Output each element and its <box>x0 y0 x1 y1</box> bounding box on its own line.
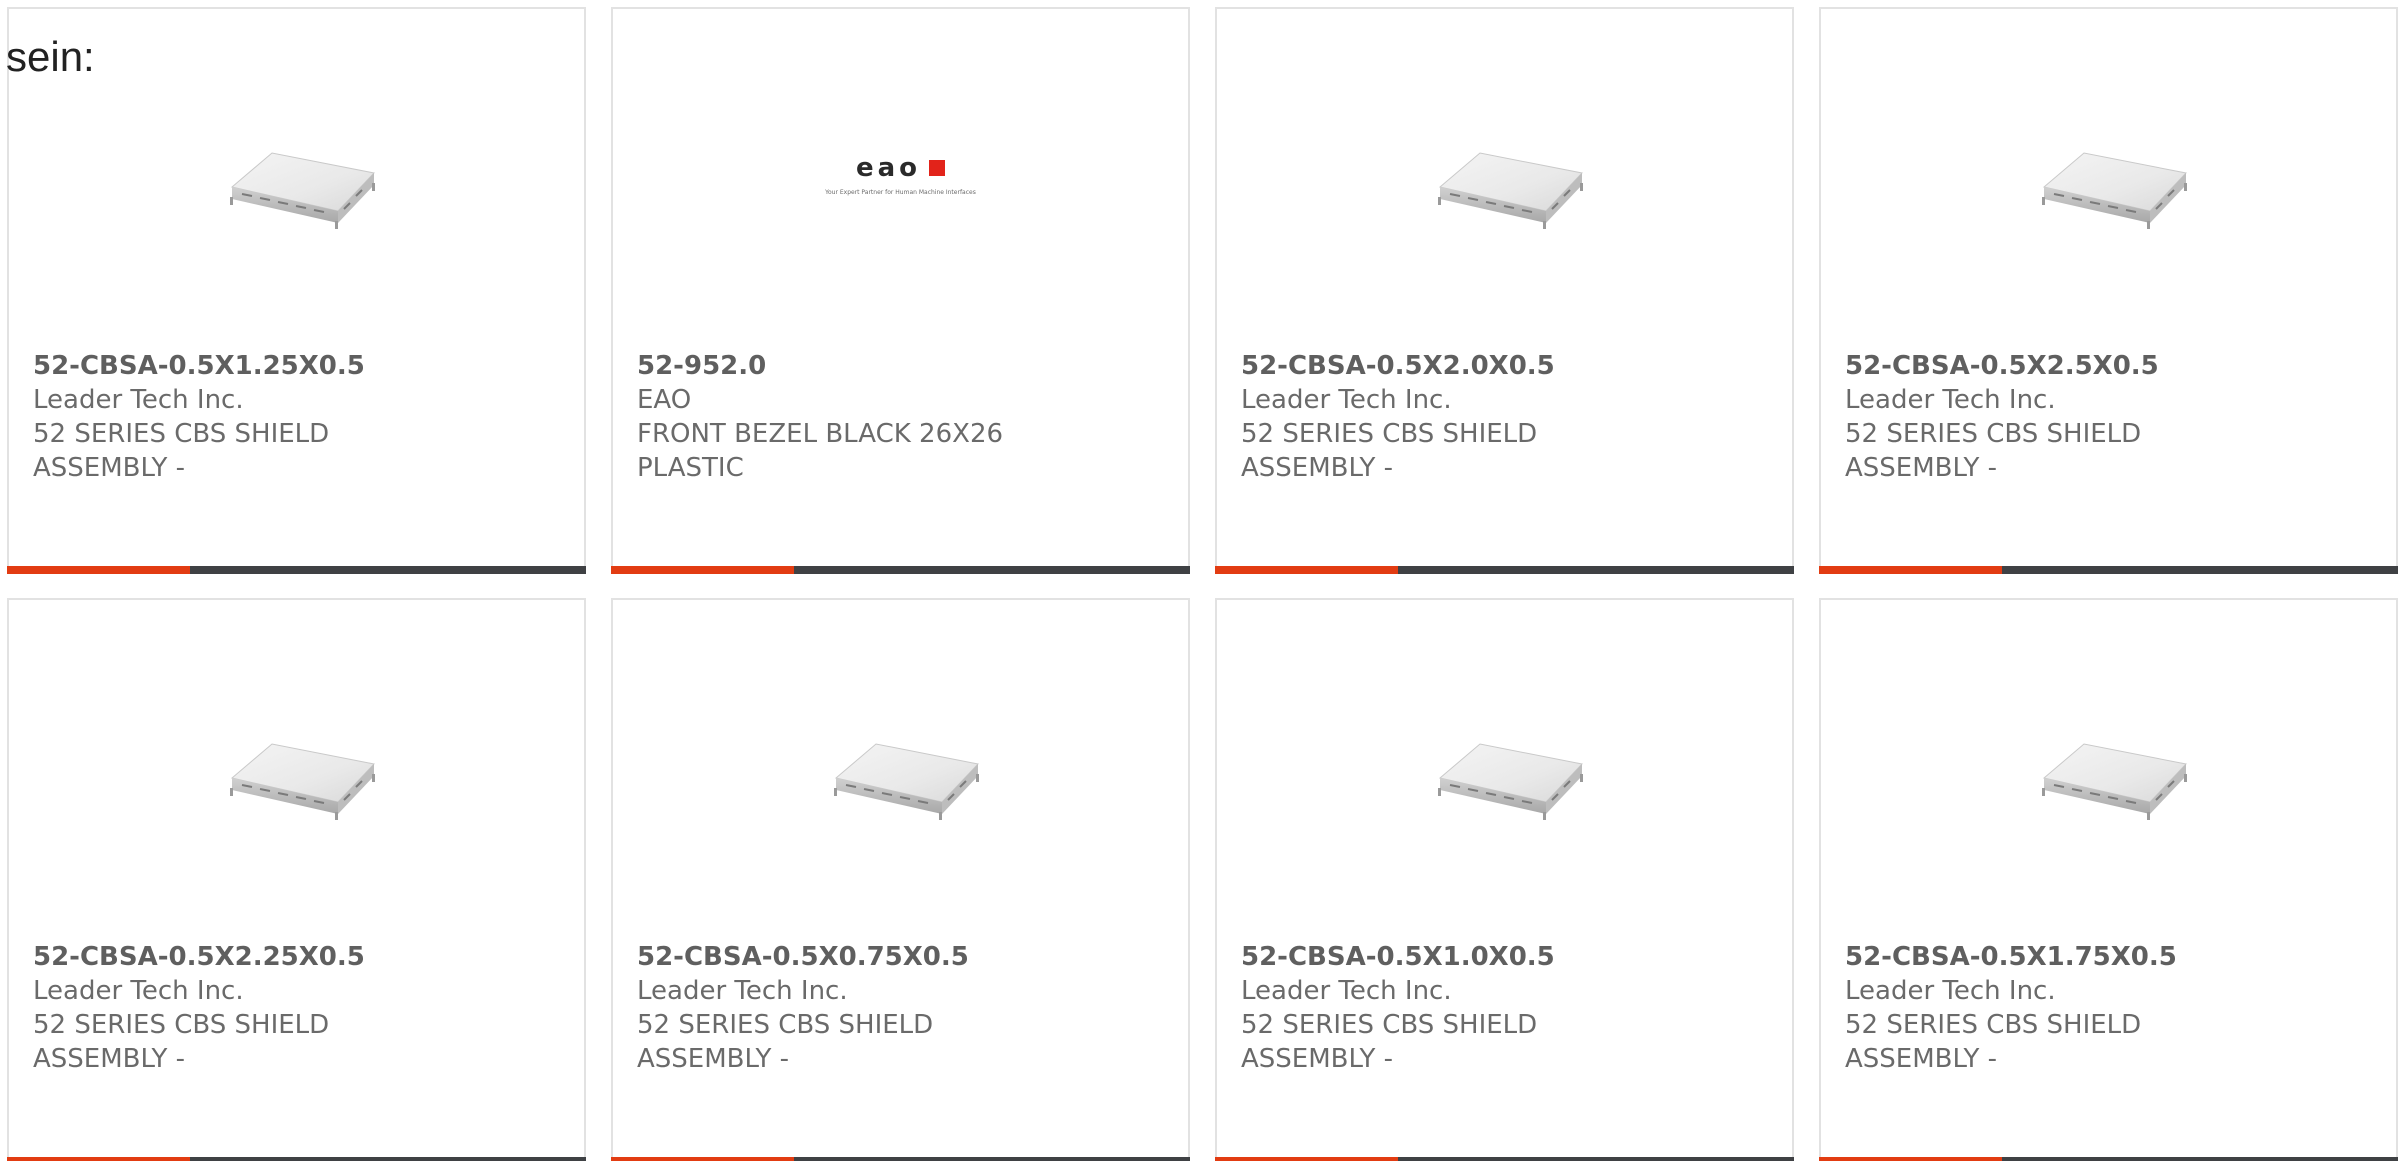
card-bottom-bar <box>611 566 1190 574</box>
dark-bar-segment <box>1398 566 1794 574</box>
description: 52 SERIES CBS SHIELD ASSEMBLY - <box>33 1010 330 1074</box>
accent-bar-segment <box>1819 1157 2002 1161</box>
card-bottom-bar <box>7 566 586 574</box>
product-card[interactable]: 52-CBSA-0.5X1.25X0.5 Leader Tech Inc. 52… <box>7 7 586 574</box>
red-square-icon <box>929 159 946 176</box>
accent-bar-segment <box>1215 566 1398 574</box>
card-bottom-bar <box>1819 1157 2398 1161</box>
product-image[interactable] <box>9 9 584 349</box>
part-number[interactable]: 52-CBSA-0.5X1.75X0.5 <box>1845 940 2372 974</box>
product-card[interactable]: eao Your Expert Partner for Human Machin… <box>611 7 1190 574</box>
dark-bar-segment <box>2002 1157 2398 1161</box>
product-image[interactable]: eao Your Expert Partner for Human Machin… <box>613 9 1188 349</box>
card-bottom-bar <box>1819 566 2398 574</box>
product-image[interactable] <box>1217 600 1792 940</box>
product-card[interactable]: 52-CBSA-0.5X2.0X0.5 Leader Tech Inc. 52 … <box>1215 7 1794 574</box>
manufacturer: Leader Tech Inc. <box>1845 976 2056 1006</box>
part-number[interactable]: 52-CBSA-0.5X1.0X0.5 <box>1241 940 1768 974</box>
product-info: 52-CBSA-0.5X0.75X0.5 Leader Tech Inc. 52… <box>637 940 1164 1076</box>
accent-bar-segment <box>611 1157 794 1161</box>
shield-image <box>1420 139 1590 249</box>
product-results-page: sein: 52-CBSA-0.5X1.25X0.5 Leader Tech I… <box>0 0 2400 1161</box>
part-number[interactable]: 52-CBSA-0.5X2.25X0.5 <box>33 940 560 974</box>
product-card[interactable]: 52-CBSA-0.5X2.5X0.5 Leader Tech Inc. 52 … <box>1819 7 2398 574</box>
shield-image <box>2024 730 2194 840</box>
description: 52 SERIES CBS SHIELD ASSEMBLY - <box>33 419 330 483</box>
description: 52 SERIES CBS SHIELD ASSEMBLY - <box>1845 1010 2142 1074</box>
shield-image <box>212 139 382 249</box>
product-card[interactable]: 52-CBSA-0.5X1.75X0.5 Leader Tech Inc. 52… <box>1819 598 2398 1161</box>
eao-logo: eao Your Expert Partner for Human Machin… <box>825 153 976 196</box>
accent-bar-segment <box>7 566 190 574</box>
manufacturer: EAO <box>637 385 692 415</box>
shield-image <box>212 730 382 840</box>
dark-bar-segment <box>2002 566 2398 574</box>
product-image[interactable] <box>1217 9 1792 349</box>
shield-image <box>2024 139 2194 249</box>
eao-wordmark-text: eao <box>855 152 922 183</box>
part-number[interactable]: 52-CBSA-0.5X1.25X0.5 <box>33 349 560 383</box>
description: 52 SERIES CBS SHIELD ASSEMBLY - <box>1241 1010 1538 1074</box>
product-info: 52-952.0 EAO FRONT BEZEL BLACK 26X26 PLA… <box>637 349 1164 485</box>
manufacturer: Leader Tech Inc. <box>1845 385 2056 415</box>
product-info: 52-CBSA-0.5X1.25X0.5 Leader Tech Inc. 52… <box>33 349 560 485</box>
eao-tagline: Your Expert Partner for Human Machine In… <box>825 188 976 196</box>
accent-bar-segment <box>1819 566 2002 574</box>
dark-bar-segment <box>190 1157 586 1161</box>
product-card[interactable]: 52-CBSA-0.5X0.75X0.5 Leader Tech Inc. 52… <box>611 598 1190 1161</box>
manufacturer: Leader Tech Inc. <box>33 976 244 1006</box>
product-image[interactable] <box>613 600 1188 940</box>
accent-bar-segment <box>7 1157 190 1161</box>
card-bottom-bar <box>611 1157 1190 1161</box>
description: FRONT BEZEL BLACK 26X26 PLASTIC <box>637 419 1004 483</box>
description: 52 SERIES CBS SHIELD ASSEMBLY - <box>637 1010 934 1074</box>
product-image[interactable] <box>9 600 584 940</box>
manufacturer: Leader Tech Inc. <box>637 976 848 1006</box>
part-number[interactable]: 52-CBSA-0.5X0.75X0.5 <box>637 940 1164 974</box>
card-bottom-bar <box>1215 1157 1794 1161</box>
eao-wordmark: eao <box>855 152 946 183</box>
product-info: 52-CBSA-0.5X2.25X0.5 Leader Tech Inc. 52… <box>33 940 560 1076</box>
dark-bar-segment <box>794 566 1190 574</box>
accent-bar-segment <box>1215 1157 1398 1161</box>
accent-bar-segment <box>611 566 794 574</box>
product-grid: 52-CBSA-0.5X1.25X0.5 Leader Tech Inc. 52… <box>7 7 2400 1161</box>
manufacturer: Leader Tech Inc. <box>1241 976 1452 1006</box>
shield-image <box>816 730 986 840</box>
card-bottom-bar <box>1215 566 1794 574</box>
manufacturer: Leader Tech Inc. <box>33 385 244 415</box>
manufacturer: Leader Tech Inc. <box>1241 385 1452 415</box>
product-card[interactable]: 52-CBSA-0.5X2.25X0.5 Leader Tech Inc. 52… <box>7 598 586 1161</box>
card-bottom-bar <box>7 1157 586 1161</box>
product-info: 52-CBSA-0.5X1.0X0.5 Leader Tech Inc. 52 … <box>1241 940 1768 1076</box>
dark-bar-segment <box>190 566 586 574</box>
description: 52 SERIES CBS SHIELD ASSEMBLY - <box>1241 419 1538 483</box>
product-card[interactable]: 52-CBSA-0.5X1.0X0.5 Leader Tech Inc. 52 … <box>1215 598 1794 1161</box>
dark-bar-segment <box>794 1157 1190 1161</box>
dark-bar-segment <box>1398 1157 1794 1161</box>
product-info: 52-CBSA-0.5X2.5X0.5 Leader Tech Inc. 52 … <box>1845 349 2372 485</box>
product-image[interactable] <box>1821 9 2396 349</box>
product-info: 52-CBSA-0.5X2.0X0.5 Leader Tech Inc. 52 … <box>1241 349 1768 485</box>
product-image[interactable] <box>1821 600 2396 940</box>
part-number[interactable]: 52-CBSA-0.5X2.0X0.5 <box>1241 349 1768 383</box>
part-number[interactable]: 52-CBSA-0.5X2.5X0.5 <box>1845 349 2372 383</box>
intro-text: sein: <box>6 33 95 80</box>
shield-image <box>1420 730 1590 840</box>
product-info: 52-CBSA-0.5X1.75X0.5 Leader Tech Inc. 52… <box>1845 940 2372 1076</box>
part-number[interactable]: 52-952.0 <box>637 349 1164 383</box>
description: 52 SERIES CBS SHIELD ASSEMBLY - <box>1845 419 2142 483</box>
